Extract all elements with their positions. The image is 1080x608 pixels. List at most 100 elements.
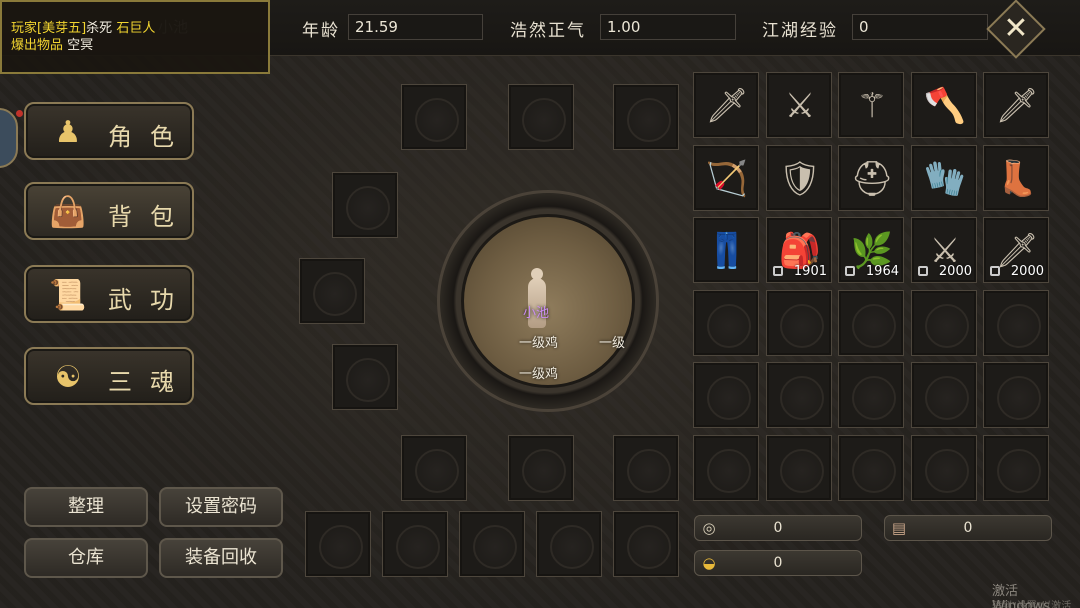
inventory-slot[interactable] bbox=[693, 435, 759, 501]
item-count: 2000 bbox=[1010, 264, 1044, 279]
equip-slot-bottom-left[interactable] bbox=[401, 435, 467, 501]
coin-value: 0 bbox=[773, 520, 783, 536]
notice-player: [美芽五] bbox=[37, 21, 87, 36]
inventory-slot[interactable]: 👖 bbox=[693, 217, 759, 283]
equip-slot-row-3[interactable] bbox=[459, 511, 525, 577]
notice-action: 杀死 bbox=[86, 21, 113, 36]
inventory-slot[interactable]: 🗡 2000 bbox=[983, 217, 1049, 283]
menu-souls-button[interactable]: ☯ 三魂 bbox=[24, 347, 194, 405]
equip-slot-head-left[interactable] bbox=[401, 84, 467, 150]
inventory-slot[interactable] bbox=[766, 290, 832, 356]
menu-character-button[interactable]: ♟ 角色 bbox=[24, 102, 194, 160]
righteousness-value: 1.00 bbox=[600, 14, 736, 40]
equip-slot-row-2[interactable] bbox=[382, 511, 448, 577]
notice-prefix: 玩家 bbox=[11, 21, 38, 36]
inventory-slot[interactable]: 🎒 1901 bbox=[766, 217, 832, 283]
experience-label: 江湖经验 bbox=[762, 21, 838, 41]
equip-slot-row-5[interactable] bbox=[613, 511, 679, 577]
inventory-slot[interactable]: 🗡 bbox=[693, 72, 759, 138]
menu-character-label: 角色 bbox=[108, 123, 192, 151]
inventory-slot[interactable] bbox=[911, 362, 977, 428]
inventory-slot[interactable] bbox=[838, 435, 904, 501]
inventory-slot[interactable] bbox=[911, 290, 977, 356]
portrait-view bbox=[461, 214, 635, 388]
warehouse-button[interactable]: 仓库 bbox=[24, 538, 148, 578]
recycle-button[interactable]: 装备回收 bbox=[159, 538, 283, 578]
item-count: 1901 bbox=[793, 264, 827, 279]
inventory-slot[interactable] bbox=[983, 290, 1049, 356]
equip-slot-left-1[interactable] bbox=[332, 172, 398, 238]
boots-icon: 👢 bbox=[995, 159, 1039, 199]
set-password-button[interactable]: 设置密码 bbox=[159, 487, 283, 527]
notice-drop-label: 爆出物品 bbox=[11, 38, 64, 53]
inventory-slot[interactable] bbox=[693, 290, 759, 356]
notification-dot bbox=[16, 110, 23, 117]
lock-icon bbox=[918, 266, 928, 276]
map-player-name: 小池 bbox=[523, 306, 550, 321]
scroll-icon: 📜 bbox=[49, 278, 87, 313]
inventory-slot[interactable]: ⚔ bbox=[766, 72, 832, 138]
token-value: 0 bbox=[963, 520, 973, 536]
equip-slot-head-right[interactable] bbox=[613, 84, 679, 150]
close-icon[interactable]: ✕ bbox=[995, 8, 1037, 50]
inventory-slot[interactable]: 🪓 bbox=[911, 72, 977, 138]
inventory-slot[interactable] bbox=[911, 435, 977, 501]
inventory-slot[interactable]: 🗡 bbox=[983, 72, 1049, 138]
inventory-slot[interactable] bbox=[983, 362, 1049, 428]
inventory-slot[interactable]: 🛡 bbox=[766, 145, 832, 211]
notice-target: 石巨人 bbox=[116, 21, 156, 36]
equip-slot-bottom[interactable] bbox=[508, 435, 574, 501]
pants-icon: 👖 bbox=[705, 231, 749, 271]
inventory-slot[interactable]: ⚚ bbox=[838, 72, 904, 138]
menu-bag-label: 背包 bbox=[108, 203, 192, 231]
equip-slot-row-4[interactable] bbox=[536, 511, 602, 577]
inventory-slot[interactable] bbox=[838, 290, 904, 356]
inventory-slot[interactable] bbox=[983, 435, 1049, 501]
age-label: 年龄 bbox=[302, 21, 340, 41]
inventory-slot[interactable]: ⚔ 2000 bbox=[911, 217, 977, 283]
menu-martial-button[interactable]: 📜 武功 bbox=[24, 265, 194, 323]
token-bar: ▤ 0 bbox=[884, 515, 1052, 541]
sort-button[interactable]: 整理 bbox=[24, 487, 148, 527]
map-mob-label-2: 一级 bbox=[599, 336, 626, 351]
gold-ingot-icon: ◒ bbox=[702, 554, 716, 572]
equip-slot-head[interactable] bbox=[508, 84, 574, 150]
gold-bar: ◒ 0 bbox=[694, 550, 862, 576]
coin-icon: ◎ bbox=[702, 519, 716, 537]
armor-icon: 🛡 bbox=[778, 159, 822, 199]
equip-slot-left-2[interactable] bbox=[299, 258, 365, 324]
inventory-slot[interactable]: ⛑ bbox=[838, 145, 904, 211]
inventory-slot[interactable] bbox=[766, 362, 832, 428]
notice-drop-value: 空冥 bbox=[67, 38, 94, 53]
kill-notice: 玩家[美芽五]杀死 石巨人 爆出物品 空冥 bbox=[0, 0, 270, 74]
bag-icon: 👜 bbox=[49, 195, 87, 230]
map-mob-label-3: 一级鸡 bbox=[519, 367, 559, 382]
inventory-slot[interactable]: 🧤 bbox=[911, 145, 977, 211]
righteousness-label: 浩然正气 bbox=[510, 21, 586, 41]
blade-icon: 🗡 bbox=[995, 86, 1039, 126]
inventory-slot[interactable]: 👢 bbox=[983, 145, 1049, 211]
equip-slot-row-1[interactable] bbox=[305, 511, 371, 577]
map-mob-label-1: 一级鸡 bbox=[519, 336, 559, 351]
inventory-slot[interactable] bbox=[693, 362, 759, 428]
lock-icon bbox=[990, 266, 1000, 276]
inventory-slot[interactable] bbox=[838, 362, 904, 428]
lock-icon bbox=[845, 266, 855, 276]
dagger-icon: 🗡 bbox=[705, 86, 749, 126]
coin-bar: ◎ 0 bbox=[694, 515, 862, 541]
inventory-slot[interactable] bbox=[766, 435, 832, 501]
age-value: 21.59 bbox=[348, 14, 483, 40]
bracers-icon: 🧤 bbox=[923, 159, 967, 199]
item-count: 1964 bbox=[865, 264, 899, 279]
windows-watermark-sub: 转到"设置"以激活 W bbox=[992, 601, 1072, 608]
sword-icon: ⚔ bbox=[784, 86, 816, 126]
experience-value: 0 bbox=[852, 14, 988, 40]
inventory-slot[interactable]: 🏹 bbox=[693, 145, 759, 211]
helmet-icon: ⛑ bbox=[850, 159, 894, 199]
equip-slot-bottom-right[interactable] bbox=[613, 435, 679, 501]
menu-bag-button[interactable]: 👜 背包 bbox=[24, 182, 194, 240]
lock-icon bbox=[773, 266, 783, 276]
equip-slot-left-3[interactable] bbox=[332, 344, 398, 410]
inventory-slot[interactable]: 🌿 1964 bbox=[838, 217, 904, 283]
axe-icon: 🪓 bbox=[923, 86, 967, 126]
